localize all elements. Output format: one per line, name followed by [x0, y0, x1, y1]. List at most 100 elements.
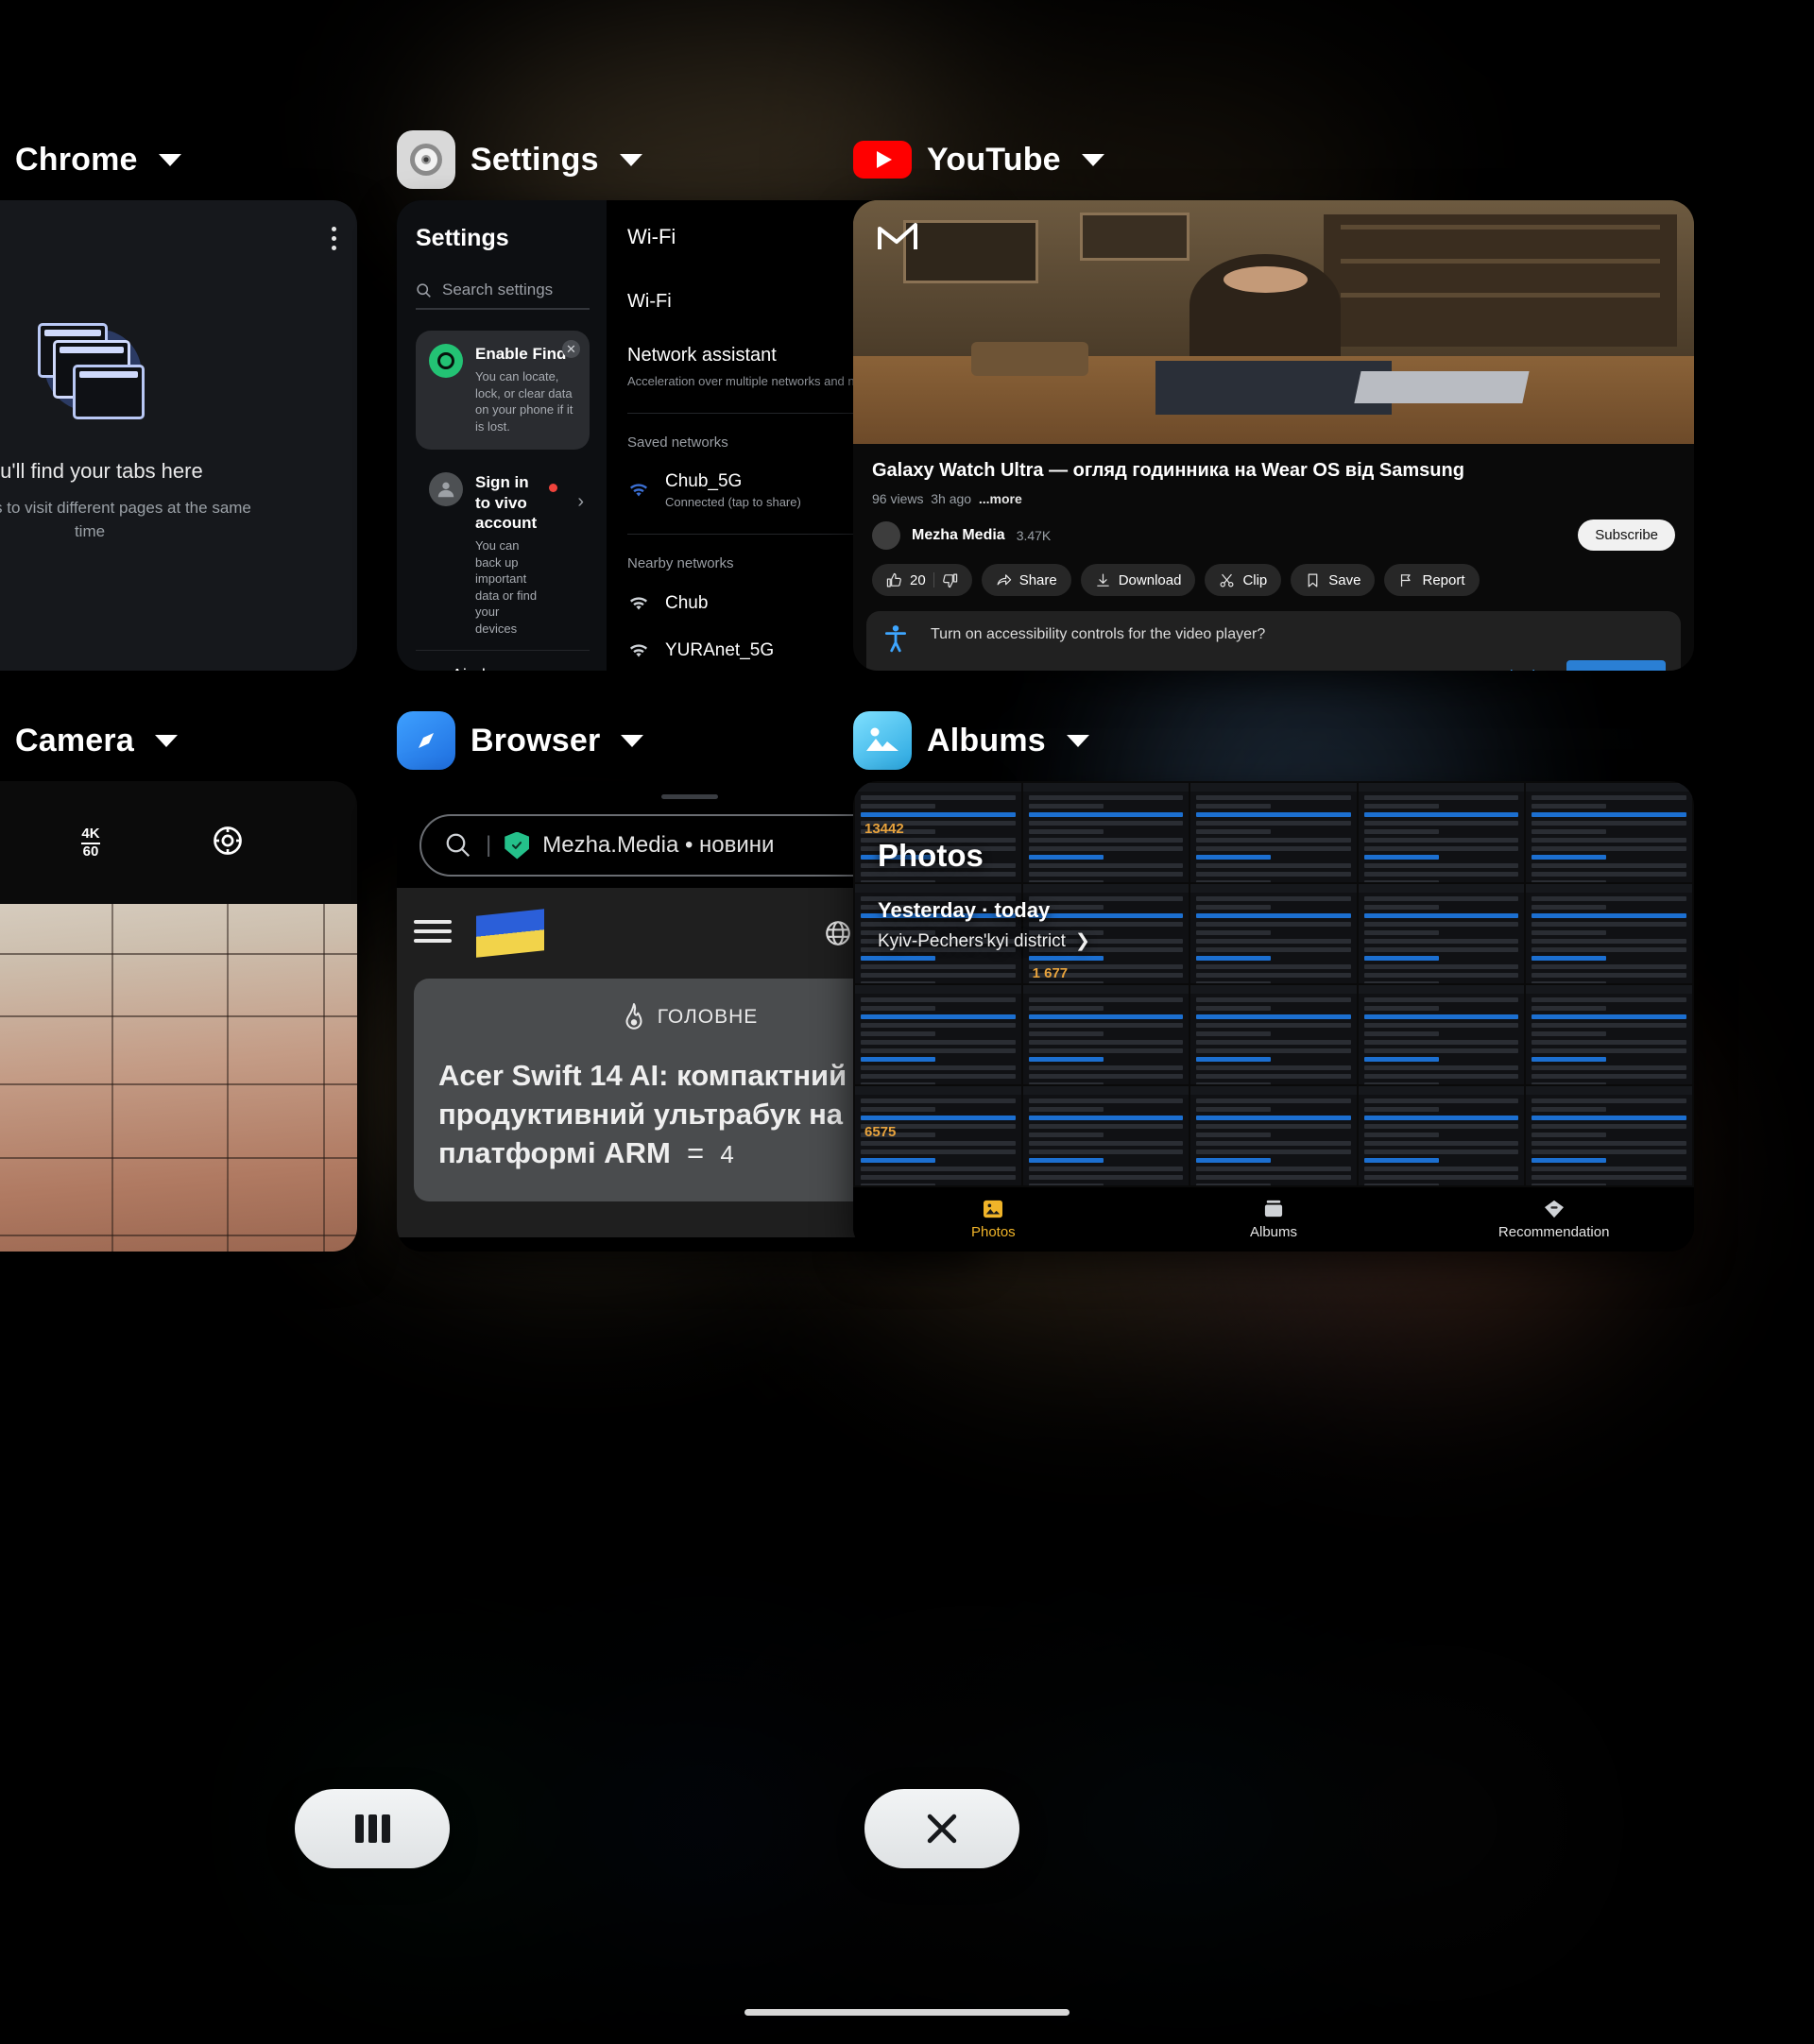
photo-thumbnail[interactable]: 8 530 — [1358, 783, 1525, 882]
clip-label: Clip — [1242, 571, 1268, 588]
chevron-down-icon[interactable] — [1081, 153, 1104, 166]
home-indicator[interactable] — [744, 2009, 1070, 2016]
video-player[interactable] — [853, 200, 1694, 444]
close-icon[interactable]: ✕ — [562, 340, 580, 358]
photo-thumbnail[interactable] — [1526, 1086, 1692, 1185]
chevron-down-icon[interactable] — [621, 734, 644, 747]
hamburger-menu-icon[interactable] — [414, 918, 452, 949]
photo-thumbnail[interactable]: 6575 — [855, 1086, 1021, 1185]
photo-thumbnail[interactable] — [1358, 985, 1525, 1084]
thumbnail-header — [1358, 783, 1525, 792]
chevron-down-icon[interactable] — [154, 734, 178, 747]
kicker-label: ГОЛОВНЕ — [657, 1006, 759, 1028]
photo-thumbnail[interactable]: 2212 — [1190, 985, 1357, 1084]
thumbnail-line — [1363, 1040, 1519, 1045]
dismiss-button[interactable]: Dismiss — [1499, 668, 1549, 672]
settings-circle-icon[interactable] — [211, 824, 245, 862]
photo-thumbnail[interactable] — [855, 985, 1021, 1084]
more-vertical-icon[interactable] — [332, 226, 336, 250]
settings-button[interactable]: SETTINGS — [1566, 660, 1666, 671]
thumbnail-line — [1196, 964, 1351, 969]
task-youtube[interactable]: YouTube Galaxy Watch Ultra — огляд годин… — [853, 130, 1694, 671]
albums-icon[interactable] — [853, 711, 912, 770]
task-header-camera[interactable]: Camera — [0, 711, 357, 770]
task-header-albums[interactable]: Albums — [853, 711, 1694, 770]
drag-handle[interactable] — [661, 794, 718, 799]
scissors-icon — [1220, 573, 1234, 587]
thumbnail-line — [1532, 1040, 1686, 1045]
task-chrome[interactable]: Chrome ab You'll find your tabs here Ope… — [0, 130, 357, 671]
task-card-albums[interactable]: 13442 8 530 1 677 14779 2212 6575 9192 Photos … — [853, 781, 1694, 1252]
thumbnail-line — [861, 1175, 1016, 1180]
photo-thumbnail[interactable] — [1022, 1086, 1189, 1185]
photo-thumbnail[interactable] — [1022, 985, 1189, 1084]
thumbnail-header — [1022, 985, 1189, 994]
thumbnail-line — [1532, 1048, 1686, 1053]
diamond-icon — [1544, 1200, 1565, 1218]
settings-gear-icon[interactable] — [397, 130, 455, 189]
thumbnail-line — [1196, 1014, 1351, 1019]
like-dislike-chip[interactable]: 20 — [872, 564, 972, 596]
browser-compass-icon[interactable] — [397, 711, 455, 770]
photo-thumbnail[interactable]: 9192 — [1358, 1086, 1525, 1185]
chevron-down-icon[interactable] — [1066, 734, 1089, 747]
thumbnail-line — [1196, 905, 1272, 910]
task-card-chrome[interactable]: ab You'll find your tabs here Open tabs … — [0, 200, 357, 671]
photo-thumbnail[interactable] — [1190, 783, 1357, 882]
photo-thumbnail[interactable] — [1526, 783, 1692, 882]
thumbnail-line — [1196, 880, 1272, 882]
camera-viewfinder[interactable] — [0, 904, 357, 1252]
youtube-play-icon[interactable] — [853, 130, 912, 189]
photo-thumbnail[interactable] — [1190, 1086, 1357, 1185]
thumbnail-line — [861, 1057, 936, 1062]
clear-all-button[interactable] — [864, 1789, 1019, 1868]
more-link[interactable]: ...more — [979, 491, 1022, 506]
promo-sign-in-vivo[interactable]: › Sign in to vivo account You can back u… — [416, 459, 590, 652]
task-camera[interactable]: Camera 4K 60 — [0, 711, 357, 1252]
chevron-down-icon[interactable] — [619, 153, 642, 166]
clip-button[interactable]: Clip — [1205, 564, 1282, 596]
chevron-down-icon[interactable] — [158, 153, 181, 166]
accessibility-prompt-card[interactable]: Turn on accessibility controls for the v… — [866, 611, 1681, 671]
task-header-chrome[interactable]: Chrome — [0, 130, 357, 189]
thumbnail-line — [1196, 1048, 1351, 1053]
search-input[interactable]: Search settings — [416, 281, 590, 310]
task-card-camera[interactable]: 4K 60 — [0, 781, 357, 1252]
photo-thumbnail[interactable] — [1190, 884, 1357, 983]
thumbnail-line — [1028, 1014, 1184, 1019]
download-button[interactable]: Download — [1080, 564, 1196, 596]
split-screen-button[interactable] — [295, 1789, 450, 1868]
task-albums[interactable]: Albums 13442 8 530 1 677 14779 2212 6575 9192 … — [853, 711, 1694, 1252]
subscribe-button[interactable]: Subscribe — [1578, 520, 1675, 551]
ukraine-flag-logo[interactable] — [476, 909, 544, 958]
video-meta[interactable]: 96 views 3h ago ...more — [853, 483, 1694, 506]
thumbnail-line — [1196, 855, 1272, 860]
task-header-youtube[interactable]: YouTube — [853, 130, 1694, 189]
thumbnail-header — [1190, 985, 1357, 994]
video-age: 3h ago — [931, 491, 972, 506]
tab-recommendation[interactable]: Recommendation — [1413, 1200, 1694, 1240]
photo-thumbnail[interactable]: 14779 — [1526, 884, 1692, 983]
settings-row-airplane-mode[interactable]: Airplane mode — [416, 662, 590, 671]
photo-thumbnail[interactable] — [1526, 985, 1692, 1084]
tab-albums[interactable]: Albums — [1134, 1200, 1414, 1240]
report-button[interactable]: Report — [1384, 564, 1480, 596]
thumbnail-line — [1028, 1082, 1104, 1084]
thumbnail-line — [861, 1184, 936, 1185]
photos-location[interactable]: Kyiv-Pechers'kyi district ❯ — [878, 930, 1090, 952]
save-button[interactable]: Save — [1291, 564, 1376, 596]
channel-row[interactable]: Mezha Media 3.47K Subscribe — [853, 506, 1694, 551]
channel-name[interactable]: Mezha Media — [912, 527, 1005, 544]
task-card-youtube[interactable]: Galaxy Watch Ultra — огляд годинника на … — [853, 200, 1694, 671]
thumbnail-line — [1196, 1167, 1351, 1171]
tab-photos[interactable]: Photos — [853, 1200, 1134, 1240]
settings-left-pane: Settings Search settings ✕ Enable Find Y… — [397, 200, 607, 671]
thumbnail-line — [1196, 1082, 1272, 1084]
photo-thumbnail[interactable] — [1358, 884, 1525, 983]
thumbnail-line — [861, 1040, 1016, 1045]
thumbnail-line — [1196, 1116, 1351, 1120]
video-quality-icon[interactable]: 4K 60 — [81, 826, 100, 860]
save-label: Save — [1328, 571, 1361, 588]
share-button[interactable]: Share — [981, 564, 1071, 596]
promo-enable-find[interactable]: ✕ Enable Find You can locate, lock, or c… — [416, 331, 590, 451]
